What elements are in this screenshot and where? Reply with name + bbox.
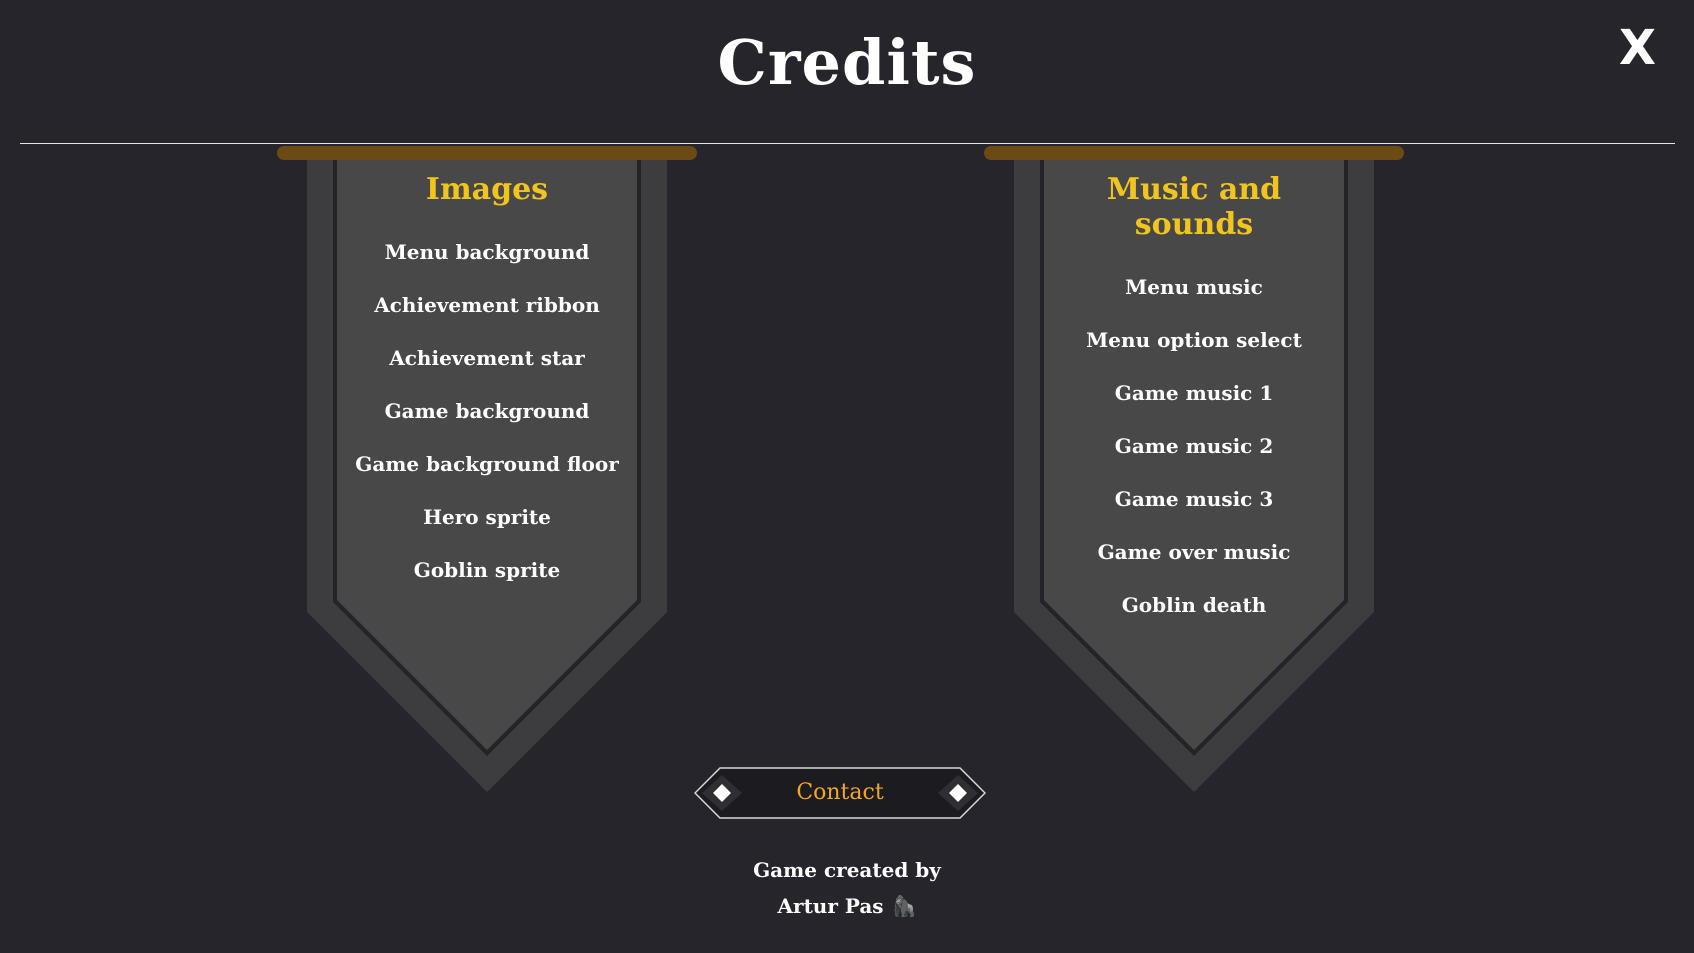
list-item: Game music 2 bbox=[1044, 431, 1344, 484]
credit-link-menu-background[interactable]: Menu background bbox=[385, 240, 590, 264]
page-title: Credits bbox=[717, 26, 977, 99]
footer-author: Artur Pas bbox=[777, 894, 884, 918]
credit-link-goblin-death[interactable]: Goblin death bbox=[1122, 593, 1267, 617]
list-item: Achievement ribbon bbox=[337, 290, 637, 343]
banner-music-and-sounds: Music and sounds Menu music Menu option … bbox=[984, 144, 1404, 794]
list-item: Goblin death bbox=[1044, 590, 1344, 643]
banner-heading: Music and sounds bbox=[1106, 172, 1282, 242]
list-item: Menu background bbox=[337, 237, 637, 290]
credit-link-menu-music[interactable]: Menu music bbox=[1125, 275, 1263, 299]
banner-rod bbox=[984, 146, 1404, 160]
credit-link-goblin-sprite[interactable]: Goblin sprite bbox=[414, 558, 560, 582]
credit-link-game-background[interactable]: Game background bbox=[385, 399, 590, 423]
credit-link-game-background-floor[interactable]: Game background floor bbox=[355, 452, 619, 476]
credits-list: Menu background Achievement ribbon Achie… bbox=[337, 237, 637, 608]
gorilla-icon: 🦍 bbox=[891, 894, 917, 918]
footer-author-row: Artur Pas 🦍 bbox=[0, 888, 1694, 924]
list-item: Menu music bbox=[1044, 272, 1344, 325]
credit-link-achievement-ribbon[interactable]: Achievement ribbon bbox=[374, 293, 600, 317]
list-item: Game over music bbox=[1044, 537, 1344, 590]
close-button[interactable]: X bbox=[1619, 24, 1656, 72]
banner-images: Images Menu background Achievement ribbo… bbox=[277, 144, 697, 794]
credit-link-game-over-music[interactable]: Game over music bbox=[1098, 540, 1291, 564]
contact-button[interactable]: Contact bbox=[694, 767, 986, 819]
footer: Game created by Artur Pas 🦍 bbox=[0, 852, 1694, 924]
credit-link-menu-option-select[interactable]: Menu option select bbox=[1086, 328, 1302, 352]
list-item: Game music 3 bbox=[1044, 484, 1344, 537]
footer-line-created-by: Game created by bbox=[753, 858, 941, 882]
list-item: Game background floor bbox=[337, 449, 637, 502]
contact-button-label: Contact bbox=[796, 780, 884, 805]
list-item: Goblin sprite bbox=[337, 555, 637, 608]
list-item: Hero sprite bbox=[337, 502, 637, 555]
credit-link-hero-sprite[interactable]: Hero sprite bbox=[423, 505, 551, 529]
credit-link-game-music-2[interactable]: Game music 2 bbox=[1115, 434, 1274, 458]
banner-content: Images Menu background Achievement ribbo… bbox=[337, 172, 637, 608]
banner-content: Music and sounds Menu music Menu option … bbox=[1044, 172, 1344, 643]
credit-link-game-music-1[interactable]: Game music 1 bbox=[1115, 381, 1274, 405]
credit-link-game-music-3[interactable]: Game music 3 bbox=[1115, 487, 1274, 511]
banner-rod bbox=[277, 146, 697, 160]
list-item: Menu option select bbox=[1044, 325, 1344, 378]
list-item: Game background bbox=[337, 396, 637, 449]
list-item: Game music 1 bbox=[1044, 378, 1344, 431]
credits-list: Menu music Menu option select Game music… bbox=[1044, 272, 1344, 643]
credit-link-achievement-star[interactable]: Achievement star bbox=[389, 346, 585, 370]
credits-screen: Credits X Images Menu background Achieve… bbox=[0, 0, 1694, 953]
header-divider bbox=[20, 143, 1675, 144]
list-item: Achievement star bbox=[337, 343, 637, 396]
banner-heading: Images bbox=[425, 172, 549, 207]
